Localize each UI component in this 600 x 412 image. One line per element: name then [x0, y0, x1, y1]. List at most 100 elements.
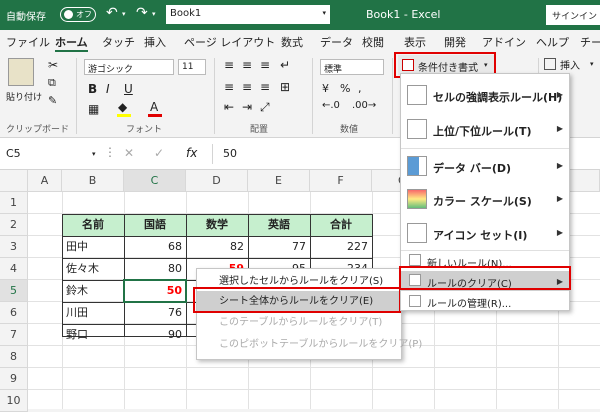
- redo-icon[interactable]: ↷: [136, 5, 148, 21]
- row-header[interactable]: 6: [0, 302, 28, 324]
- paste-button[interactable]: 貼り付け: [6, 90, 42, 103]
- align-middle-icon[interactable]: ≡: [242, 58, 252, 72]
- undo-icon[interactable]: ↶: [106, 5, 118, 21]
- data-bar-item[interactable]: データ バー(D) ▶: [401, 148, 569, 182]
- undo-dropdown-icon[interactable]: ▾: [122, 10, 126, 18]
- name-cell[interactable]: 野口: [62, 324, 124, 346]
- manage-rules-item[interactable]: ルールの管理(R)...: [401, 292, 569, 310]
- name-cell[interactable]: 川田: [62, 302, 124, 324]
- font-name-select[interactable]: 游ゴシック: [84, 59, 174, 75]
- column-header[interactable]: E: [248, 170, 310, 192]
- cancel-icon[interactable]: ✕: [124, 146, 134, 160]
- insert-cells-icon[interactable]: [544, 58, 556, 70]
- tab-team[interactable]: チー: [580, 34, 600, 50]
- align-right-icon[interactable]: ≡: [260, 80, 270, 94]
- chevron-down-icon[interactable]: ▾: [590, 60, 594, 68]
- row-header[interactable]: 9: [0, 368, 28, 390]
- score-cell[interactable]: 68: [124, 236, 186, 258]
- color-scale-item[interactable]: カラー スケール(S) ▶: [401, 182, 569, 216]
- italic-button[interactable]: I: [106, 82, 110, 96]
- row-header[interactable]: 1: [0, 192, 28, 214]
- paste-icon[interactable]: [8, 58, 34, 86]
- name-box[interactable]: C5: [0, 144, 90, 164]
- decrease-decimal-icon[interactable]: .00→: [352, 100, 376, 111]
- column-header[interactable]: B: [62, 170, 124, 192]
- tab-touch[interactable]: タッチ: [102, 34, 135, 50]
- comma-button[interactable]: ,: [358, 82, 362, 95]
- tab-page-layout[interactable]: ページ レイアウト: [184, 34, 275, 50]
- score-cell[interactable]: 80: [124, 258, 186, 280]
- font-color-icon[interactable]: A: [150, 100, 158, 114]
- underline-button[interactable]: U: [124, 82, 133, 96]
- tab-insert[interactable]: 挿入: [144, 34, 166, 50]
- redo-dropdown-icon[interactable]: ▾: [152, 10, 156, 18]
- row-header[interactable]: 5: [0, 280, 28, 302]
- column-header[interactable]: A: [28, 170, 62, 192]
- align-top-icon[interactable]: ≡: [224, 58, 234, 72]
- orientation-icon[interactable]: ⤢: [260, 100, 270, 115]
- tab-file[interactable]: ファイル: [6, 34, 50, 50]
- currency-button[interactable]: ¥: [322, 82, 329, 95]
- row-header[interactable]: 7: [0, 324, 28, 346]
- formula-value: 50: [223, 147, 237, 160]
- header-cell[interactable]: 数学: [186, 214, 248, 236]
- tab-formulas[interactable]: 数式: [281, 34, 303, 50]
- format-painter-icon[interactable]: ✎: [48, 94, 57, 107]
- copy-icon[interactable]: ⧉: [48, 76, 56, 90]
- document-name-box[interactable]: Book1 ▾: [166, 5, 330, 24]
- column-header[interactable]: C: [124, 170, 186, 192]
- row-header[interactable]: 8: [0, 346, 28, 368]
- name-cell[interactable]: 鈴木: [62, 280, 124, 302]
- clear-table-item[interactable]: このテーブルからルールをクリア(T): [197, 312, 401, 334]
- clear-pivot-item[interactable]: このピボットテーブルからルールをクリア(P): [197, 334, 422, 356]
- highlight-rules-item[interactable]: セルの強調表示ルール(H) ▶: [401, 78, 569, 112]
- font-size-select[interactable]: 11: [178, 59, 206, 75]
- autosave-toggle[interactable]: オフ: [60, 7, 96, 22]
- header-cell[interactable]: 国語: [124, 214, 186, 236]
- header-cell[interactable]: 名前: [62, 214, 124, 236]
- name-cell[interactable]: 田中: [62, 236, 124, 258]
- header-cell[interactable]: 英語: [248, 214, 310, 236]
- score-cell[interactable]: 82: [186, 236, 248, 258]
- chevron-down-icon[interactable]: ▾: [92, 150, 96, 158]
- number-format-select[interactable]: 標準: [320, 59, 384, 75]
- bold-button[interactable]: B: [88, 82, 97, 96]
- top-bottom-rules-item[interactable]: 上位/下位ルール(T) ▶: [401, 112, 569, 146]
- score-cell[interactable]: 90: [124, 324, 186, 346]
- signin-button[interactable]: サインイン: [546, 5, 600, 25]
- tab-home[interactable]: ホーム: [55, 34, 88, 52]
- select-all-corner[interactable]: [0, 170, 28, 192]
- insert-cells-button[interactable]: 挿入: [560, 57, 580, 72]
- percent-button[interactable]: %: [340, 82, 350, 95]
- name-cell[interactable]: 佐々木: [62, 258, 124, 280]
- icon-set-item[interactable]: アイコン セット(I) ▶: [401, 216, 569, 250]
- enter-icon[interactable]: ✓: [154, 146, 164, 160]
- borders-icon[interactable]: ▦: [88, 102, 99, 116]
- tab-review[interactable]: 校閲: [362, 34, 384, 50]
- decrease-indent-icon[interactable]: ⇤: [224, 100, 234, 114]
- total-cell[interactable]: 227: [310, 236, 372, 258]
- merge-icon[interactable]: ⊞: [280, 80, 290, 94]
- column-header[interactable]: D: [186, 170, 248, 192]
- align-bottom-icon[interactable]: ≡: [260, 58, 270, 72]
- tab-help[interactable]: ヘルプ: [536, 34, 569, 50]
- tab-addins[interactable]: アドイン: [482, 34, 526, 50]
- column-header[interactable]: F: [310, 170, 372, 192]
- row-header[interactable]: 2: [0, 214, 28, 236]
- cut-icon[interactable]: ✂: [48, 58, 58, 72]
- score-cell[interactable]: 77: [248, 236, 310, 258]
- fill-color-icon[interactable]: ◆: [118, 100, 127, 114]
- row-header[interactable]: 4: [0, 258, 28, 280]
- increase-decimal-icon[interactable]: ←.0: [322, 100, 340, 111]
- tab-view[interactable]: 表示: [404, 34, 426, 50]
- tab-developer[interactable]: 開発: [444, 34, 466, 50]
- align-left-icon[interactable]: ≡: [224, 80, 234, 94]
- increase-indent-icon[interactable]: ⇥: [242, 100, 252, 114]
- score-cell[interactable]: 76: [124, 302, 186, 324]
- tab-data[interactable]: データ: [320, 34, 353, 50]
- wrap-text-icon[interactable]: ↵: [280, 58, 290, 72]
- header-cell[interactable]: 合計: [310, 214, 372, 236]
- insert-function-icon[interactable]: fx: [186, 146, 197, 160]
- align-center-icon[interactable]: ≡: [242, 80, 252, 94]
- row-header[interactable]: 3: [0, 236, 28, 258]
